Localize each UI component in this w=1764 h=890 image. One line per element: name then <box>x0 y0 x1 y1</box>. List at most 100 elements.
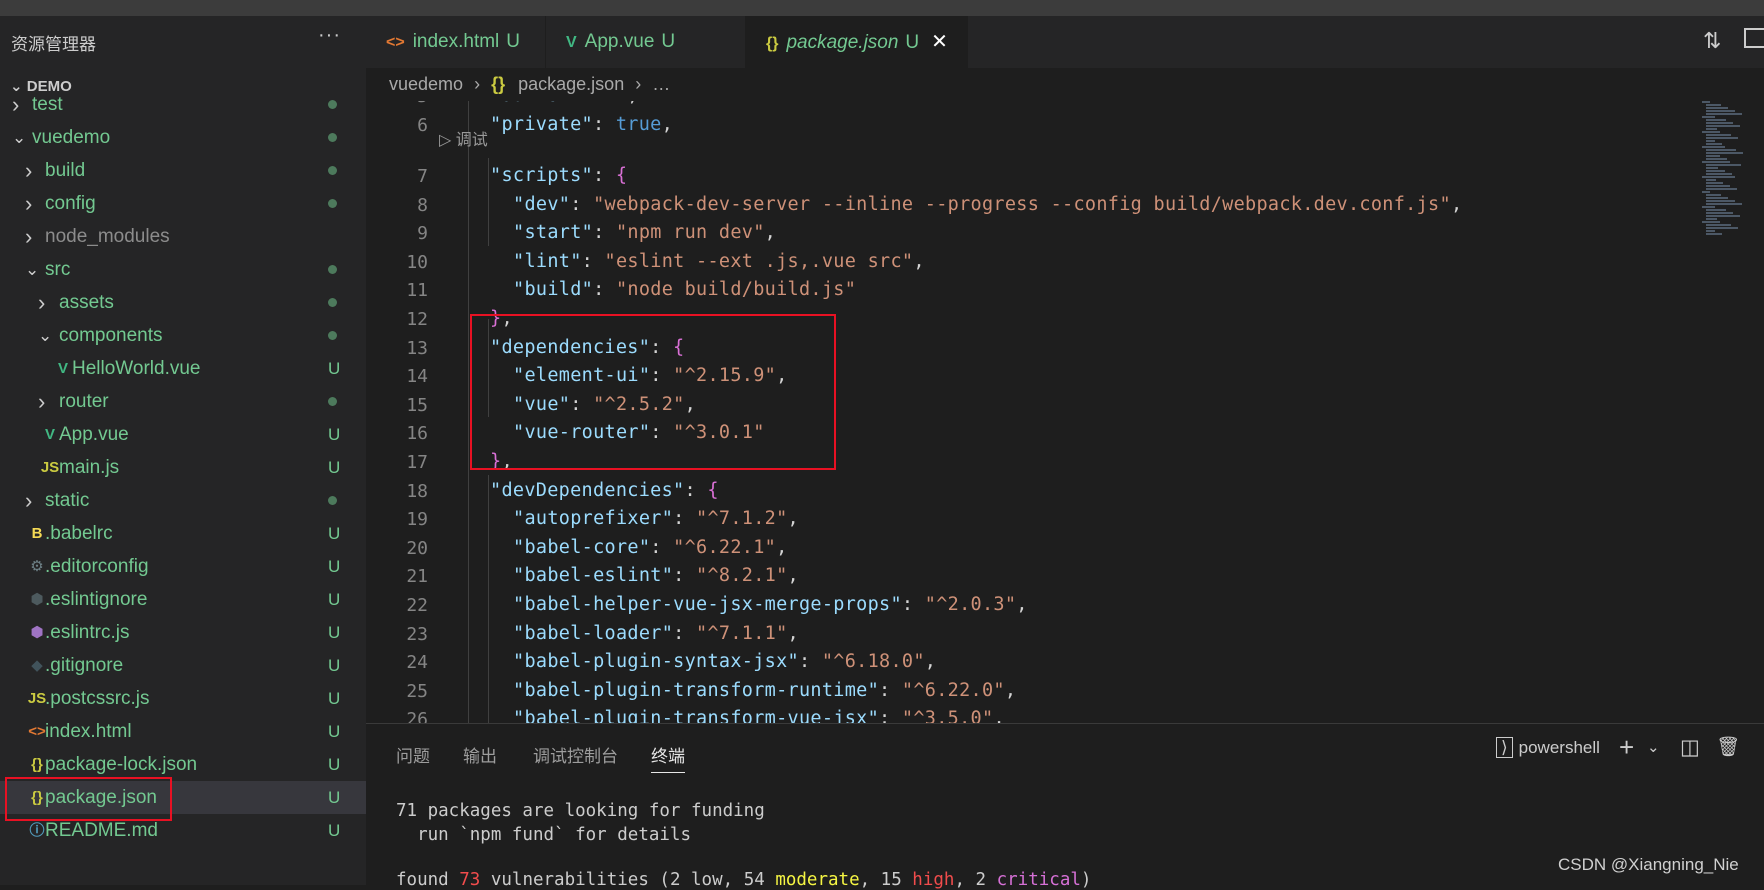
indent-guide <box>468 101 469 723</box>
code-token: : <box>673 622 697 644</box>
chevron-down-icon[interactable]: ⌄ <box>1647 738 1660 756</box>
tree-item[interactable]: V HelloWorld.vue U <box>0 352 366 385</box>
modified-dot-indicator <box>328 199 337 208</box>
new-terminal-button[interactable]: + <box>1619 732 1634 763</box>
breadcrumb-separator: › <box>635 74 642 94</box>
code-line: "lint": "eslint --ext .js,.vue src", <box>513 251 925 272</box>
terminal-text-segment: ) <box>1080 870 1092 890</box>
line-number: 22 <box>406 595 428 616</box>
panel-tab-debug-console[interactable]: 调试控制台 <box>533 742 618 767</box>
tree-item-label: components <box>59 325 163 346</box>
trash-icon[interactable]: 🗑 <box>1716 735 1740 759</box>
tree-item[interactable]: › assets <box>0 286 366 319</box>
debug-codelens[interactable]: ▷ 调试 <box>439 126 488 150</box>
code-token: "node build/build.js" <box>615 279 857 301</box>
untracked-status-badge: U <box>661 31 676 52</box>
modified-dot-indicator <box>328 265 337 274</box>
minimap-line <box>1706 137 1738 139</box>
code-line: "build": "node build/build.js" <box>513 279 856 300</box>
explorer-sidebar: 资源管理器 ··· ⌄ DEMO › test ⌄ vuedemo › build › con… <box>0 16 366 885</box>
code-token: "babel-plugin-transform-runtime" <box>513 679 880 701</box>
tree-item[interactable]: ⌄ vuedemo <box>0 121 366 154</box>
babel-file-icon: B <box>31 525 43 542</box>
chevron-down-icon: ⌄ <box>38 326 53 345</box>
terminal-text-segment: found <box>396 870 460 890</box>
tab-App-vue[interactable]: V App.vue U <box>546 16 746 68</box>
breadcrumb-file[interactable]: package.json <box>518 74 624 94</box>
minimap-line <box>1706 209 1726 211</box>
watermark: CSDN @Xiangning_Nie <box>1558 855 1739 874</box>
minimap-line <box>1706 122 1733 124</box>
minimap-line <box>1706 152 1743 154</box>
code-token: , <box>787 622 799 644</box>
terminal-icon: ⟩ <box>1496 737 1513 758</box>
tree-item[interactable]: › static <box>0 484 366 517</box>
code-token: "^8.2.1" <box>696 565 788 587</box>
untracked-status-badge: U <box>328 722 341 741</box>
tree-item[interactable]: ⬢ .eslintignore U <box>0 583 366 616</box>
minimap-line <box>1706 230 1715 232</box>
code-token: : <box>570 193 594 215</box>
line-number: 7 <box>417 166 428 187</box>
panel-tab-problems[interactable]: 问题 <box>396 742 430 767</box>
line-number: 5 <box>366 101 428 107</box>
code-token: : <box>582 101 605 106</box>
minimap[interactable] <box>1700 101 1750 251</box>
tree-item-label: index.html <box>45 721 132 742</box>
line-number: 20 <box>406 537 428 559</box>
untracked-status-badge: U <box>328 689 341 708</box>
tree-item[interactable]: V App.vue U <box>0 418 366 451</box>
tree-item[interactable]: › config <box>0 187 366 220</box>
panel-tab-terminal[interactable]: 终端 <box>651 742 685 773</box>
tree-item-label: src <box>45 259 71 280</box>
tree-item[interactable]: <> index.html U <box>0 715 366 748</box>
tree-item[interactable]: B .babelrc U <box>0 517 366 550</box>
code-token: , <box>787 508 799 530</box>
indent-guide <box>488 475 489 723</box>
tree-item[interactable]: › node_modules <box>0 220 366 253</box>
code-token: "^7.1.2" <box>696 508 788 530</box>
tree-item[interactable]: › build <box>0 154 366 187</box>
code-editor[interactable]: 5 "author": "", 6 "private": true, 7 "scripts… <box>366 101 1764 723</box>
code-token: "scripts" <box>490 165 593 186</box>
more-actions-button[interactable]: ··· <box>318 24 341 47</box>
breadcrumb-folder[interactable]: vuedemo <box>389 74 463 94</box>
open-changes-icon[interactable]: ⇅ <box>1703 28 1721 54</box>
tree-item[interactable]: ⌄ src <box>0 253 366 286</box>
tree-item-label: .eslintignore <box>45 589 148 610</box>
tree-item[interactable]: JS .postcssrc.js U <box>0 682 366 715</box>
split-editor-icon[interactable] <box>1744 28 1764 48</box>
tree-item[interactable]: › test <box>0 88 366 121</box>
chevron-right-icon: › <box>38 290 46 315</box>
modified-dot-indicator <box>328 331 337 340</box>
tree-item[interactable]: ◆ .gitignore U <box>0 649 366 682</box>
tree-item[interactable]: ⌄ components <box>0 319 366 352</box>
split-terminal-button[interactable]: ◫ <box>1680 735 1700 760</box>
chevron-right-icon: › <box>12 92 20 117</box>
tab-package-json[interactable]: {} package.json U ✕ <box>746 16 968 68</box>
minimap-line <box>1706 200 1735 202</box>
close-icon[interactable]: ✕ <box>931 31 948 53</box>
tree-item-label: main.js <box>59 457 120 478</box>
breadcrumb-more[interactable]: … <box>652 74 670 94</box>
chevron-down-icon: ⌄ <box>25 260 40 279</box>
panel-tab-output[interactable]: 输出 <box>463 742 497 767</box>
untracked-status-badge: U <box>905 32 920 53</box>
minimap-line <box>1706 104 1721 106</box>
tree-item-label: .editorconfig <box>45 556 149 577</box>
minimap-line <box>1706 233 1722 235</box>
terminal-shell-selector[interactable]: ⟩ powershell <box>1496 737 1600 758</box>
tab-index-html[interactable]: <> index.html U <box>366 16 546 68</box>
tree-item[interactable]: JS main.js U <box>0 451 366 484</box>
code-token: , <box>627 101 638 106</box>
tree-item[interactable]: ⬢ .eslintrc.js U <box>0 616 366 649</box>
tree-item[interactable]: ⚙ .editorconfig U <box>0 550 366 583</box>
chevron-down-icon: ⌄ <box>12 128 27 147</box>
highlight-box-dependencies <box>470 314 836 470</box>
chevron-right-icon: › <box>25 224 33 249</box>
tree-item[interactable]: › router <box>0 385 366 418</box>
file-icon: {} <box>766 35 779 52</box>
code-token: : <box>592 165 616 186</box>
line-number: 26 <box>406 709 428 723</box>
minimap-line <box>1706 194 1721 196</box>
